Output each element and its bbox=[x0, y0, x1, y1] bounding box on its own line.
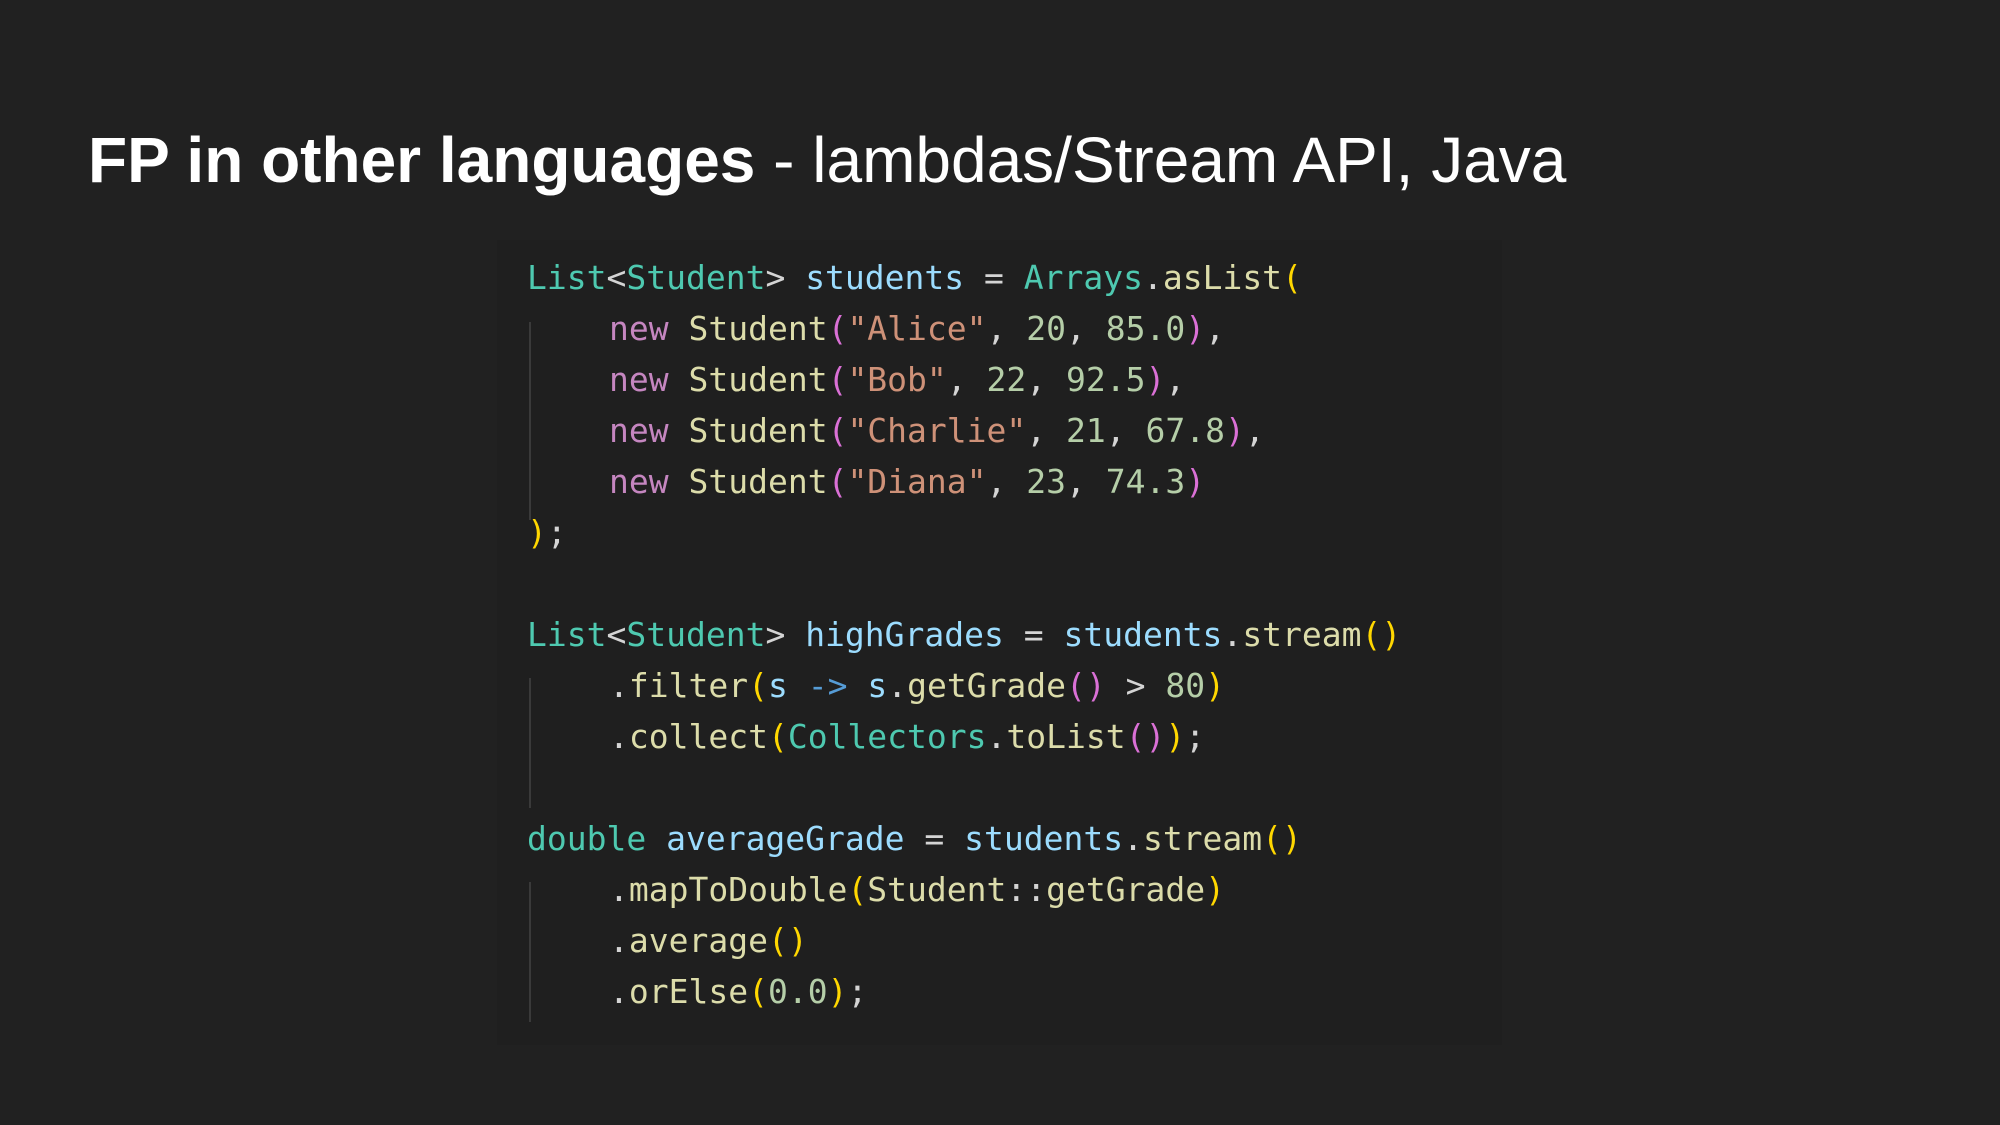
code-line: .mapToDouble(Student::getGrade) bbox=[609, 870, 1225, 909]
code-line-student: new Student("Charlie", 21, 67.8), bbox=[609, 411, 1265, 450]
code-line: .filter(s -> s.getGrade() > 80) bbox=[609, 666, 1226, 705]
code-line-student: new Student("Diana", 23, 74.3) bbox=[609, 462, 1206, 501]
code-line-student: new Student("Bob", 22, 92.5), bbox=[609, 360, 1186, 399]
code-line-student: new Student("Alice", 20, 85.0), bbox=[609, 309, 1225, 348]
code-snippet-panel: List<Student> students = Arrays.asList( … bbox=[497, 240, 1502, 1045]
code-line: ); bbox=[527, 513, 567, 552]
code-line: List<Student> students = Arrays.asList( bbox=[527, 258, 1302, 297]
slide-title: FP in other languages - lambdas/Stream A… bbox=[88, 116, 1566, 204]
code-line: double averageGrade = students.stream() bbox=[527, 819, 1302, 858]
slide-title-subtitle: - lambdas/Stream API, Java bbox=[755, 124, 1567, 196]
code-line: .orElse(0.0); bbox=[609, 972, 868, 1011]
slide-title-bold: FP in other languages bbox=[88, 124, 756, 196]
code-line: List<Student> highGrades = students.stre… bbox=[527, 615, 1402, 654]
code-line: .average() bbox=[609, 921, 808, 960]
code-line: .collect(Collectors.toList()); bbox=[609, 717, 1206, 756]
